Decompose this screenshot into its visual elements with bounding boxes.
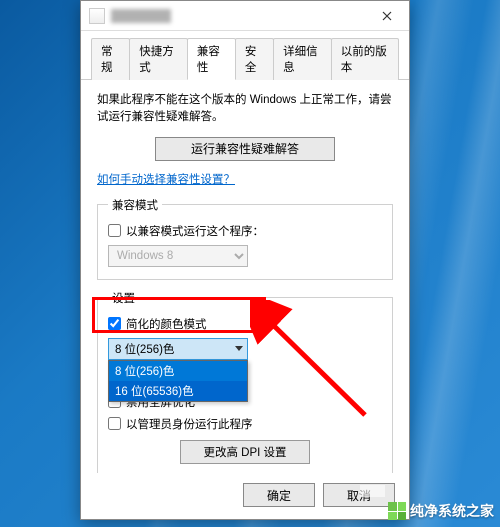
tab-general[interactable]: 常规 xyxy=(91,38,130,80)
manual-settings-link[interactable]: 如何手动选择兼容性设置？ xyxy=(97,171,235,187)
tab-details[interactable]: 详细信息 xyxy=(273,38,332,80)
reduced-color-label: 简化的颜色模式 xyxy=(126,316,207,332)
color-mode-selected-value: 8 位(256)色 xyxy=(115,341,174,357)
reduced-color-checkbox[interactable] xyxy=(108,317,121,330)
chevron-down-icon xyxy=(235,346,243,351)
color-mode-select-wrap: 8 位(256)色 8 位(256)色 16 位(65536)色 xyxy=(108,338,248,360)
tab-compatibility[interactable]: 兼容性 xyxy=(187,38,236,80)
compat-mode-group: 兼容模式 以兼容模式运行这个程序： Windows 8 xyxy=(97,197,393,280)
titlebar xyxy=(81,1,409,31)
color-mode-select[interactable]: 8 位(256)色 xyxy=(108,338,248,360)
run-troubleshooter-button[interactable]: 运行兼容性疑难解答 xyxy=(155,137,335,161)
description-text: 如果此程序不能在这个版本的 Windows 上正常工作，请尝试运行兼容性疑难解答… xyxy=(97,92,393,127)
compat-mode-checkbox[interactable] xyxy=(108,224,121,237)
change-dpi-button[interactable]: 更改高 DPI 设置 xyxy=(180,440,310,464)
run-as-admin-label: 以管理员身份运行此程序 xyxy=(126,416,253,432)
tab-strip: 常规 快捷方式 兼容性 安全 详细信息 以前的版本 xyxy=(81,31,409,80)
watermark-logo-icon xyxy=(388,502,406,520)
compat-mode-label: 以兼容模式运行这个程序： xyxy=(126,223,264,239)
color-mode-dropdown: 8 位(256)色 16 位(65536)色 xyxy=(108,360,248,402)
color-option-8bit[interactable]: 8 位(256)色 xyxy=(109,361,247,381)
tab-security[interactable]: 安全 xyxy=(235,38,274,80)
app-icon xyxy=(89,8,105,24)
properties-dialog: 常规 快捷方式 兼容性 安全 详细信息 以前的版本 如果此程序不能在这个版本的 … xyxy=(80,0,410,520)
compat-mode-checkbox-row[interactable]: 以兼容模式运行这个程序： xyxy=(108,223,382,239)
settings-group: 设置 简化的颜色模式 8 位(256)色 8 位(256)色 16 位(6553… xyxy=(97,290,393,474)
ok-button[interactable]: 确定 xyxy=(243,483,315,507)
watermark-obscure xyxy=(360,485,385,497)
settings-legend: 设置 xyxy=(108,290,139,306)
tab-shortcut[interactable]: 快捷方式 xyxy=(129,38,188,80)
compat-mode-legend: 兼容模式 xyxy=(108,197,162,213)
title-text-obscured xyxy=(111,9,171,23)
watermark: 纯净系统之家 xyxy=(388,501,494,521)
run-as-admin-checkbox[interactable] xyxy=(108,417,121,430)
run-as-admin-row[interactable]: 以管理员身份运行此程序 xyxy=(108,416,382,432)
close-button[interactable] xyxy=(365,1,409,31)
close-icon xyxy=(382,11,392,21)
tab-body: 如果此程序不能在这个版本的 Windows 上正常工作，请尝试运行兼容性疑难解答… xyxy=(81,80,409,473)
tab-previous-versions[interactable]: 以前的版本 xyxy=(331,38,399,80)
reduced-color-row[interactable]: 简化的颜色模式 xyxy=(108,316,382,332)
watermark-text: 纯净系统之家 xyxy=(410,501,494,521)
color-option-16bit[interactable]: 16 位(65536)色 xyxy=(109,381,247,401)
compat-os-select: Windows 8 xyxy=(108,245,248,267)
